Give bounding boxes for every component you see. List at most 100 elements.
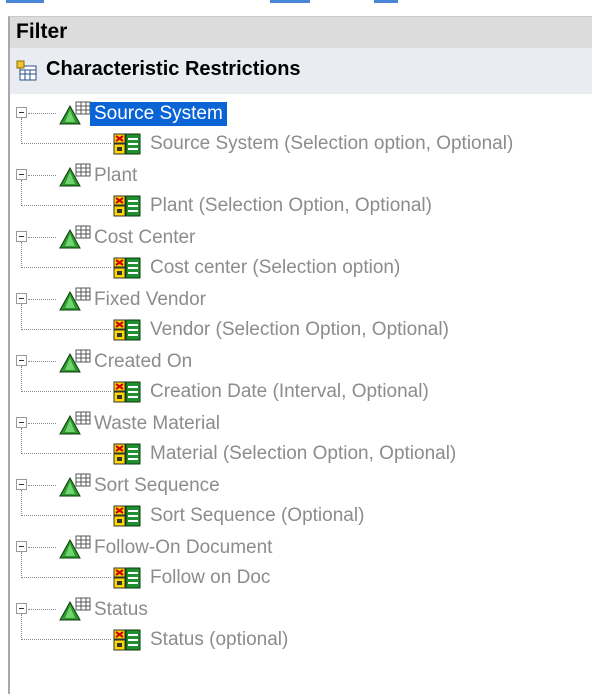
tree-connector	[21, 639, 111, 640]
tree-node-sort-sequence[interactable]: Sort Sequence	[10, 470, 592, 500]
collapse-toggle-icon[interactable]	[16, 541, 27, 552]
tree-child-label: Creation Date (Interval, Optional)	[150, 381, 429, 402]
tree-connector	[28, 175, 56, 176]
tree-child-label: Follow on Doc	[150, 567, 271, 588]
filter-title: Filter	[16, 20, 68, 43]
collapse-toggle-icon[interactable]	[16, 603, 27, 614]
characteristic-variable-icon	[112, 442, 142, 471]
tree-child-fixed-vendor[interactable]: Vendor (Selection Option, Optional)	[10, 304, 592, 347]
tree-connector	[28, 485, 56, 486]
tree-connector	[21, 614, 22, 640]
tree-connector	[21, 490, 22, 516]
tree-connector	[21, 267, 111, 268]
dimension-icon	[58, 348, 94, 379]
tree-child-status[interactable]: Status (optional)	[10, 614, 592, 657]
tree-connector	[21, 205, 111, 206]
collapse-toggle-icon[interactable]	[16, 417, 27, 428]
tree-node-label: Fixed Vendor	[94, 289, 206, 310]
tree-child-label: Material (Selection Option, Optional)	[150, 443, 457, 464]
characteristic-variable-icon	[112, 566, 142, 595]
characteristic-variable-icon	[112, 194, 142, 223]
collapse-toggle-icon[interactable]	[16, 479, 27, 490]
dimension-icon	[58, 472, 94, 503]
top-toolbar-strip	[0, 0, 592, 16]
tree-node-label: Source System	[90, 102, 227, 126]
tree-child-plant[interactable]: Plant (Selection Option, Optional)	[10, 180, 592, 223]
tree-node-label: Cost Center	[94, 227, 196, 248]
tree-connector	[21, 304, 22, 330]
tree-node-plant[interactable]: Plant	[10, 160, 592, 190]
tree-child-source-system[interactable]: Source System (Selection option, Optiona…	[10, 118, 592, 161]
tree-connector	[28, 423, 56, 424]
table-key-icon	[16, 60, 38, 87]
characteristic-variable-icon	[112, 132, 142, 161]
tree-connector	[28, 299, 56, 300]
tree-node-label: Created On	[94, 351, 193, 372]
tree-node-fixed-vendor[interactable]: Fixed Vendor	[10, 284, 592, 314]
collapse-toggle-icon[interactable]	[16, 169, 27, 180]
tree-node-label: Follow-On Document	[94, 537, 273, 558]
dimension-icon	[58, 162, 94, 193]
tree-connector	[28, 609, 56, 610]
tree-connector	[21, 118, 22, 144]
tree-connector	[28, 113, 56, 114]
collapse-toggle-icon[interactable]	[16, 107, 27, 118]
tree-connector	[21, 577, 111, 578]
dimension-icon	[58, 100, 94, 131]
tree-connector	[21, 242, 22, 268]
tree-connector	[21, 391, 111, 392]
dimension-icon	[58, 534, 94, 565]
tree-child-cost-center[interactable]: Cost center (Selection option)	[10, 242, 592, 285]
tree-connector	[28, 547, 56, 548]
tree-connector	[28, 237, 56, 238]
tree-node-follow-on-document[interactable]: Follow-On Document	[10, 532, 592, 562]
tree-node-label: Waste Material	[94, 413, 220, 434]
tree-connector	[21, 428, 22, 454]
top-link-3[interactable]	[374, 0, 398, 3]
dimension-icon	[58, 410, 94, 441]
tree-child-follow-on-document[interactable]: Follow on Doc	[10, 552, 592, 595]
tree-connector	[28, 361, 56, 362]
tree-connector	[21, 453, 111, 454]
characteristic-tree: Source System Source System (Selection o…	[8, 94, 592, 694]
characteristic-variable-icon	[112, 504, 142, 533]
dimension-icon	[58, 224, 94, 255]
tree-connector	[21, 143, 111, 144]
tree-child-label: Status (optional)	[150, 629, 289, 650]
dimension-icon	[58, 286, 94, 317]
characteristic-variable-icon	[112, 628, 142, 657]
tree-child-label: Source System (Selection option, Optiona…	[150, 133, 514, 154]
tree-connector	[21, 515, 111, 516]
tree-child-waste-material[interactable]: Material (Selection Option, Optional)	[10, 428, 592, 471]
dimension-icon	[58, 596, 94, 627]
tree-connector	[21, 180, 22, 206]
characteristic-variable-icon	[112, 256, 142, 285]
tree-child-sort-sequence[interactable]: Sort Sequence (Optional)	[10, 490, 592, 533]
tree-node-cost-center[interactable]: Cost Center	[10, 222, 592, 252]
tree-node-created-on[interactable]: Created On	[10, 346, 592, 376]
top-link-1[interactable]	[6, 0, 44, 3]
tree-child-created-on[interactable]: Creation Date (Interval, Optional)	[10, 366, 592, 409]
tree-node-label: Status	[94, 599, 148, 620]
tree-node-label: Plant	[94, 165, 138, 186]
tree-connector	[21, 366, 22, 392]
tree-child-label: Plant (Selection Option, Optional)	[150, 195, 432, 216]
filter-panel-header: Filter	[8, 16, 592, 48]
tree-node-label: Sort Sequence	[94, 475, 220, 496]
section-title: Characteristic Restrictions	[46, 58, 301, 80]
tree-node-status[interactable]: Status	[10, 594, 592, 624]
tree-child-label: Vendor (Selection Option, Optional)	[150, 319, 449, 340]
characteristic-variable-icon	[112, 318, 142, 347]
tree-child-label: Cost center (Selection option)	[150, 257, 401, 278]
characteristic-variable-icon	[112, 380, 142, 409]
collapse-toggle-icon[interactable]	[16, 231, 27, 242]
tree-child-label: Sort Sequence (Optional)	[150, 505, 365, 526]
tree-connector	[21, 329, 111, 330]
tree-node-source-system[interactable]: Source System	[10, 98, 592, 128]
collapse-toggle-icon[interactable]	[16, 355, 27, 366]
tree-connector	[21, 552, 22, 578]
tree-node-waste-material[interactable]: Waste Material	[10, 408, 592, 438]
characteristic-restrictions-header: Characteristic Restrictions	[8, 48, 592, 94]
collapse-toggle-icon[interactable]	[16, 293, 27, 304]
top-link-2[interactable]	[270, 0, 310, 3]
